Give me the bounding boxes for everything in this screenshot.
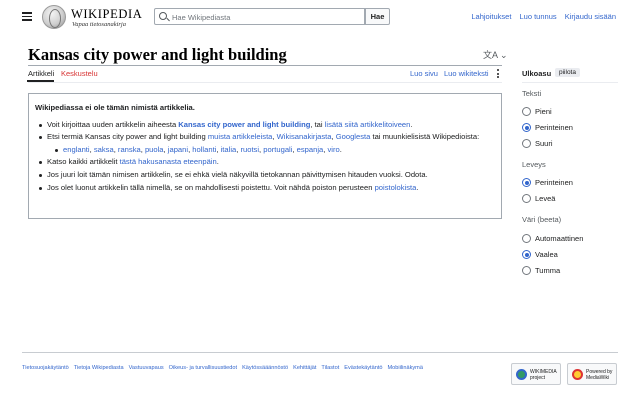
title-divider xyxy=(28,65,502,66)
create-account-link[interactable]: Luo tunnus xyxy=(520,12,557,21)
list-item: Jos olet luonut artikkelin tällä nimellä… xyxy=(35,182,495,195)
no-article-notice: Wikipediassa ei ole tämän nimistä artikk… xyxy=(28,93,502,219)
tab-talk[interactable]: Keskustelu xyxy=(61,69,98,78)
radio-checked-icon[interactable] xyxy=(522,123,531,132)
radio-icon[interactable] xyxy=(522,107,531,116)
wikimedia-logo-icon xyxy=(516,369,527,380)
footer-link-about[interactable]: Tietoja Wikipediasta xyxy=(74,365,124,371)
main-menu-icon[interactable] xyxy=(22,12,32,21)
mediawiki-badge[interactable]: Powered by MediaWiki xyxy=(567,363,617,385)
hide-appearance-button[interactable]: piilota xyxy=(555,68,580,77)
radio-label: Leveä xyxy=(535,194,556,203)
radio-icon[interactable] xyxy=(522,194,531,203)
lang-link-en[interactable]: englanti xyxy=(63,145,90,154)
footer-link-privacy[interactable]: Tietosuojakäytäntö xyxy=(22,365,69,371)
lang-link-es[interactable]: espanja xyxy=(297,145,324,154)
notice-text: . xyxy=(416,182,419,192)
request-article-link[interactable]: lisätä siitä artikkelitoiveen xyxy=(325,120,411,129)
appearance-title: Ulkoasu xyxy=(522,69,552,78)
radio-checked-icon[interactable] xyxy=(522,250,531,259)
lang-link-fr[interactable]: ranska xyxy=(118,145,141,154)
tab-create-source[interactable]: Luo wikiteksti xyxy=(444,69,489,78)
search-articles-link[interactable]: muista artikkeleista xyxy=(208,132,273,141)
width-label: Leveys xyxy=(522,160,546,169)
header: WIKIPEDIA Vapaa tietosanakirja Hae Lahjo… xyxy=(0,0,640,34)
radio-label: Suuri xyxy=(535,139,553,148)
google-link[interactable]: Googlesta xyxy=(336,132,371,141)
footer-link-developers[interactable]: Kehittäjät xyxy=(293,365,316,371)
browse-from-term-link[interactable]: tästä hakusanasta eteenpäin xyxy=(120,157,217,166)
lang-link-et[interactable]: viro xyxy=(328,145,340,154)
list-item: Jos juuri loit tämän nimisen artikkelin,… xyxy=(35,169,495,182)
create-article-link[interactable]: Kansas city power and light building xyxy=(178,120,310,129)
more-options-icon[interactable] xyxy=(497,69,499,79)
notice-title: Wikipediassa ei ole tämän nimistä artikk… xyxy=(35,103,195,112)
donate-link[interactable]: Lahjoitukset xyxy=(471,12,511,21)
list-item: Voit kirjoittaa uuden artikkelin aiheest… xyxy=(35,119,495,132)
tab-create-page[interactable]: Luo sivu xyxy=(410,69,438,78)
notice-text: , tai xyxy=(310,119,325,129)
footer-link-disclaimer[interactable]: Vastuuvapaus xyxy=(129,365,164,371)
deletion-log-link[interactable]: poistolokista xyxy=(375,183,417,192)
lang-link-ja[interactable]: japani xyxy=(168,145,188,154)
notice-text: Etsi termiä Kansas city power and light … xyxy=(47,132,208,142)
footer-link-stats[interactable]: Tilastot xyxy=(321,365,339,371)
footer-link-cookies[interactable]: Evästekäytäntö xyxy=(344,365,382,371)
radio-label: Perinteinen xyxy=(535,178,573,187)
page-title: Kansas city power and light building xyxy=(28,45,287,64)
notice-text: . xyxy=(410,119,413,129)
list-item: Etsi termiä Kansas city power and light … xyxy=(35,131,495,156)
radio-checked-icon[interactable] xyxy=(522,178,531,187)
notice-text: . xyxy=(216,157,219,167)
language-button[interactable]: 文A ⌄ xyxy=(483,48,508,61)
search-icon xyxy=(159,12,167,20)
badge-text: WIKIMEDIA project xyxy=(530,369,557,381)
search-input[interactable] xyxy=(172,11,357,23)
notice-list: Voit kirjoittaa uuden artikkelin aiheest… xyxy=(35,119,495,195)
list-item: Katso kaikki artikkelit tästä hakusanast… xyxy=(35,156,495,169)
lang-link-pt[interactable]: portugali xyxy=(263,145,292,154)
notice-text: Katso kaikki artikkelit xyxy=(47,157,120,167)
footer-link-mobile[interactable]: Mobiilinäkymä xyxy=(388,365,423,371)
radio-label: Pieni xyxy=(535,107,552,116)
footer-links: Tietosuojakäytäntö Tietoja Wikipediasta Va… xyxy=(22,365,428,371)
appearance-divider xyxy=(522,82,618,83)
badge-text: Powered by MediaWiki xyxy=(586,369,613,381)
list-item: englanti, saksa, ranska, puola, japani, … xyxy=(51,144,495,157)
search-box xyxy=(154,8,365,25)
footer-link-legal[interactable]: Oikeus- ja turvallisuustiedot xyxy=(169,365,237,371)
lang-link-sv[interactable]: ruotsi xyxy=(240,145,259,154)
wikimedia-badge[interactable]: WIKIMEDIA project xyxy=(511,363,561,385)
notice-text: tai muunkielisistä Wikipedioista: xyxy=(370,132,480,142)
radio-label: Tumma xyxy=(535,266,561,275)
notice-text: Jos olet luonut artikkelin tällä nimellä… xyxy=(47,182,375,192)
wikipedia-logo-icon[interactable] xyxy=(42,5,66,29)
mediawiki-logo-icon xyxy=(572,369,583,380)
radio-label: Vaalea xyxy=(535,250,558,259)
wiktionary-link[interactable]: Wikisanakirjasta xyxy=(277,132,332,141)
lang-link-nl[interactable]: hollanti xyxy=(192,145,216,154)
footer-divider xyxy=(22,352,618,353)
login-link[interactable]: Kirjaudu sisään xyxy=(565,12,616,21)
radio-label: Automaattinen xyxy=(535,234,584,243)
notice-text: Voit kirjoittaa uuden artikkelin aiheest… xyxy=(47,119,179,129)
lang-link-it[interactable]: italia xyxy=(221,145,237,154)
user-links: Lahjoitukset Luo tunnus Kirjaudu sisään xyxy=(465,12,616,21)
text-size-label: Teksti xyxy=(522,89,542,98)
tab-article[interactable]: Artikkeli xyxy=(28,69,54,78)
lang-link-pl[interactable]: puola xyxy=(145,145,164,154)
radio-icon[interactable] xyxy=(522,234,531,243)
color-label: Väri (beeta) xyxy=(522,215,562,224)
footer-link-code-of-conduct[interactable]: Käytössääännöstö xyxy=(242,365,288,371)
search-button[interactable]: Hae xyxy=(365,8,390,25)
logo-wordmark[interactable]: WIKIPEDIA xyxy=(71,7,142,22)
logo-tagline: Vapaa tietosanakirja xyxy=(72,21,126,28)
language-list: englanti, saksa, ranska, puola, japani, … xyxy=(47,144,495,157)
radio-label: Perinteinen xyxy=(535,123,573,132)
lang-link-de[interactable]: saksa xyxy=(94,145,114,154)
radio-icon[interactable] xyxy=(522,139,531,148)
radio-icon[interactable] xyxy=(522,266,531,275)
tabs-divider xyxy=(28,82,502,83)
